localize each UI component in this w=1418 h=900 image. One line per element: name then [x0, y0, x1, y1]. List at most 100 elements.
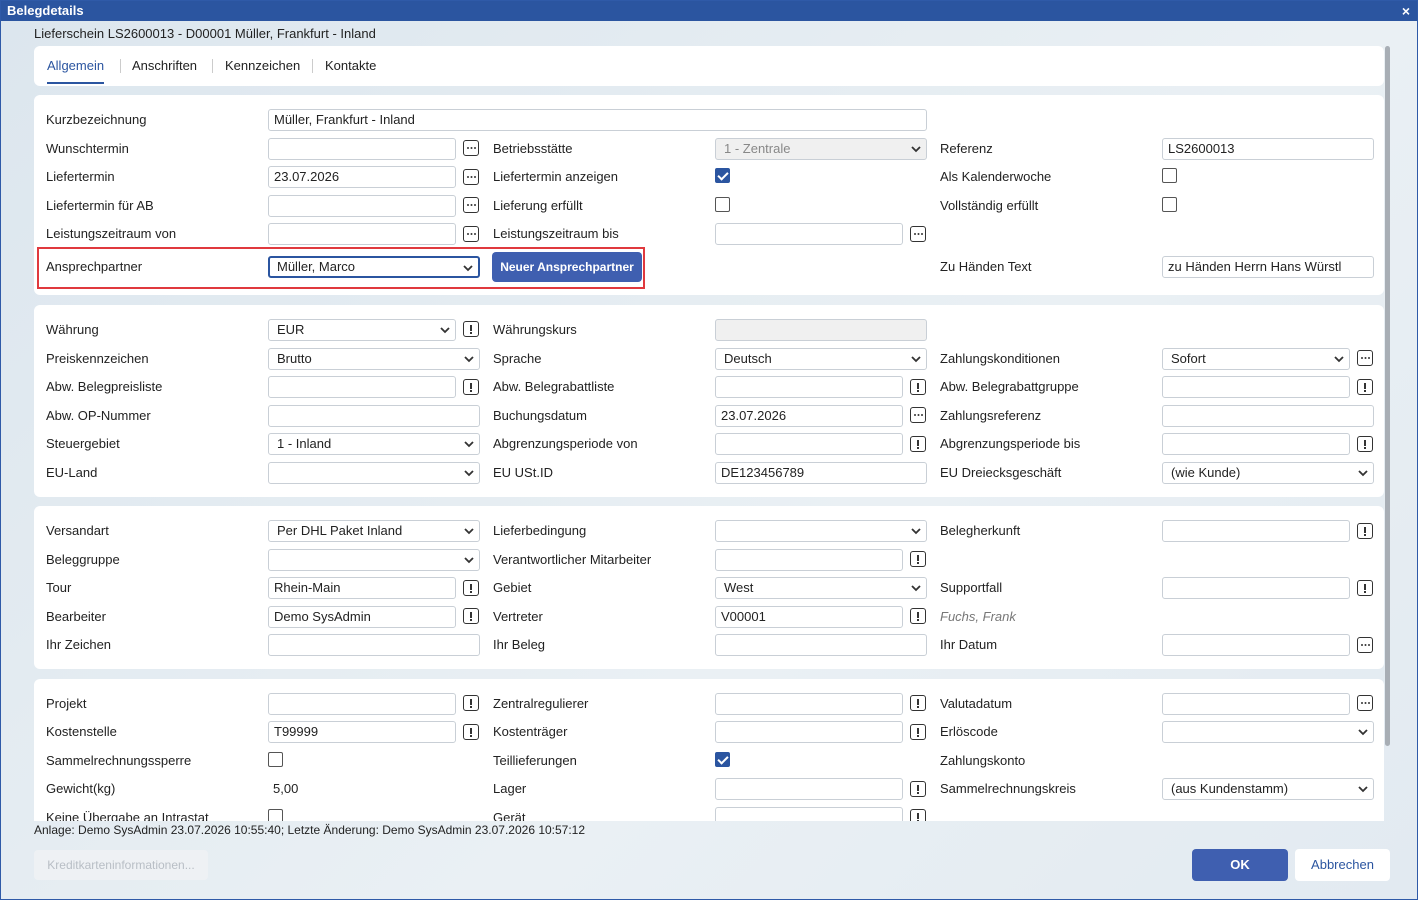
sprache-select[interactable]: Deutsch — [715, 348, 927, 370]
ok-button[interactable]: OK — [1192, 849, 1288, 881]
info-icon[interactable] — [910, 781, 926, 797]
preiskennzeichen-select[interactable]: Brutto — [268, 348, 480, 370]
kurzbezeichnung-input[interactable]: Müller, Frankfurt - Inland — [268, 109, 927, 131]
abw-belegpreisliste-input[interactable] — [268, 376, 456, 398]
liefertermin-anzeigen-checkbox[interactable] — [715, 168, 730, 183]
liefertermin-input[interactable]: 23.07.2026 — [268, 166, 456, 188]
supportfall-input[interactable] — [1162, 577, 1350, 599]
vertreter-input[interactable]: V00001 — [715, 606, 903, 628]
preiskennzeichen-label: Preiskennzeichen — [46, 351, 149, 366]
valutadatum-input[interactable] — [1162, 693, 1350, 715]
projekt-input[interactable] — [268, 693, 456, 715]
abw-op-input[interactable] — [268, 405, 480, 427]
zu-haenden-input[interactable]: zu Händen Herrn Hans Würstl — [1162, 256, 1374, 278]
ansprechpartner-select[interactable]: Müller, Marco — [268, 256, 480, 278]
vertical-scrollbar[interactable] — [1385, 46, 1390, 746]
info-icon[interactable] — [463, 321, 479, 337]
liefertermin-label: Liefertermin — [46, 169, 115, 184]
steuergebiet-select[interactable]: 1 - Inland — [268, 433, 480, 455]
referenz-input[interactable]: LS2600013 — [1162, 138, 1374, 160]
lieferung-erfuellt-checkbox[interactable] — [715, 197, 730, 212]
bearbeiter-input[interactable]: Demo SysAdmin — [268, 606, 456, 628]
wunschtermin-input[interactable] — [268, 138, 456, 160]
beleggruppe-select[interactable] — [268, 549, 480, 571]
tab-separator — [120, 59, 121, 73]
calendar-icon[interactable] — [910, 226, 926, 242]
info-icon[interactable] — [463, 724, 479, 740]
ihr-zeichen-input[interactable] — [268, 634, 480, 656]
neuer-ansprechpartner-button[interactable]: Neuer Ansprechpartner — [492, 252, 642, 282]
ihr-beleg-label: Ihr Beleg — [493, 637, 546, 652]
ihr-beleg-input[interactable] — [715, 634, 927, 656]
info-icon[interactable] — [1357, 379, 1373, 395]
betriebsstaette-select[interactable]: 1 - Zentrale — [715, 138, 927, 160]
verantwortlicher-input[interactable] — [715, 549, 903, 571]
intrastat-checkbox[interactable] — [268, 809, 283, 821]
info-icon[interactable] — [910, 695, 926, 711]
info-icon[interactable] — [463, 695, 479, 711]
info-icon[interactable] — [463, 580, 479, 596]
info-icon[interactable] — [1357, 436, 1373, 452]
cancel-button[interactable]: Abbrechen — [1295, 849, 1390, 881]
lieferbedingung-select[interactable] — [715, 520, 927, 542]
tab-separator — [212, 59, 213, 73]
calendar-icon[interactable] — [463, 140, 479, 156]
buchungsdatum-input[interactable]: 23.07.2026 — [715, 405, 903, 427]
eu-dreieck-select[interactable]: (wie Kunde) — [1162, 462, 1374, 484]
calendar-icon[interactable] — [1357, 695, 1373, 711]
eu-land-select[interactable] — [268, 462, 480, 484]
zahlungsreferenz-input[interactable] — [1162, 405, 1374, 427]
kostentraeger-input[interactable] — [715, 721, 903, 743]
info-icon[interactable] — [463, 608, 479, 624]
info-icon[interactable] — [910, 551, 926, 567]
zahlungskonditionen-select[interactable]: Sofort — [1162, 348, 1350, 370]
liefertermin-ab-label: Liefertermin für AB — [46, 198, 154, 213]
more-icon[interactable] — [1357, 350, 1373, 366]
geraet-input[interactable] — [715, 807, 903, 821]
tab-kennzeichen[interactable]: Kennzeichen — [225, 46, 300, 86]
liefertermin-ab-input[interactable] — [268, 195, 456, 217]
tab-kontakte[interactable]: Kontakte — [325, 46, 376, 86]
calendar-icon[interactable] — [463, 169, 479, 185]
info-icon[interactable] — [1357, 580, 1373, 596]
abgrenzung-von-input[interactable] — [715, 433, 903, 455]
info-icon[interactable] — [910, 724, 926, 740]
ihr-datum-label: Ihr Datum — [940, 637, 998, 652]
als-kalenderwoche-checkbox[interactable] — [1162, 168, 1177, 183]
info-icon[interactable] — [910, 379, 926, 395]
calendar-icon[interactable] — [463, 226, 479, 242]
abw-belegrabattgruppe-input[interactable] — [1162, 376, 1350, 398]
abgrenzung-bis-input[interactable] — [1162, 433, 1350, 455]
info-icon[interactable] — [910, 809, 926, 821]
chevron-down-icon — [911, 528, 921, 535]
info-icon[interactable] — [1357, 523, 1373, 539]
gebiet-select[interactable]: West — [715, 577, 927, 599]
lager-input[interactable] — [715, 778, 903, 800]
waehrung-select[interactable]: EUR — [268, 319, 456, 341]
close-icon[interactable]: × — [1399, 1, 1413, 21]
tab-allgemein[interactable]: Allgemein — [47, 46, 105, 84]
leistungszeitraum-von-input[interactable] — [268, 223, 456, 245]
info-icon[interactable] — [910, 436, 926, 452]
belegherkunft-input[interactable] — [1162, 520, 1350, 542]
leistungszeitraum-bis-input[interactable] — [715, 223, 903, 245]
teillieferungen-checkbox[interactable] — [715, 752, 730, 767]
abw-belegrabattliste-input[interactable] — [715, 376, 903, 398]
kostenstelle-input[interactable]: T99999 — [268, 721, 456, 743]
versandart-select[interactable]: Per DHL Paket Inland — [268, 520, 480, 542]
info-icon[interactable] — [463, 379, 479, 395]
zentralregulierer-input[interactable] — [715, 693, 903, 715]
tab-anschriften[interactable]: Anschriften — [132, 46, 197, 86]
info-icon[interactable] — [910, 608, 926, 624]
calendar-icon[interactable] — [463, 197, 479, 213]
sammelrechnungskreis-select[interactable]: (aus Kundenstamm) — [1162, 778, 1374, 800]
calendar-icon[interactable] — [910, 407, 926, 423]
eu-ustid-input[interactable]: DE123456789 — [715, 462, 927, 484]
ihr-datum-input[interactable] — [1162, 634, 1350, 656]
vollstaendig-erfuellt-checkbox[interactable] — [1162, 197, 1177, 212]
calendar-icon[interactable] — [1357, 637, 1373, 653]
erloescode-select[interactable] — [1162, 721, 1374, 743]
steuergebiet-value: 1 - Inland — [277, 436, 332, 451]
sammelrechnungssperre-checkbox[interactable] — [268, 752, 283, 767]
tour-input[interactable]: Rhein-Main — [268, 577, 456, 599]
